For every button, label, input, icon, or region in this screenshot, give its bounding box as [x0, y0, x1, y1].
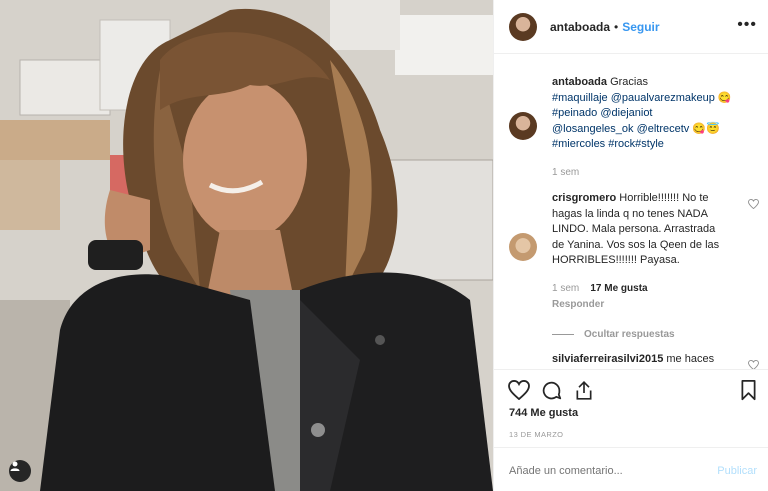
post-header: antaboada • Seguir •••	[494, 0, 768, 54]
divider	[552, 333, 574, 335]
comment-text: Horrible!!!!!!! No te	[619, 192, 709, 204]
hashtag[interactable]: #style	[635, 138, 664, 150]
comment-text: LINDO. Mala persona. Arrastrada	[552, 223, 716, 235]
mention[interactable]: @paualvarezmakeup	[611, 92, 715, 104]
mention[interactable]: @eltrecetv	[637, 123, 690, 135]
comment-text: HORRIBLES!!!!!!! Payasa.	[552, 254, 680, 266]
bookmark-icon[interactable]	[740, 380, 757, 401]
mention[interactable]: @losangeles_ok	[552, 123, 634, 135]
hide-replies-button[interactable]: Ocultar respuestas	[552, 327, 742, 343]
caption-avatar[interactable]	[509, 112, 537, 140]
hashtag[interactable]: #rock	[608, 138, 635, 150]
add-comment-bar: Publicar	[494, 447, 768, 491]
hashtag[interactable]: #miercoles	[552, 138, 605, 150]
hide-replies-label: Ocultar respuestas	[584, 328, 675, 340]
author-avatar[interactable]	[509, 12, 537, 41]
caption-body: antaboada Gracias #maquillaje @paualvare…	[552, 75, 742, 180]
caption-username[interactable]: antaboada	[552, 76, 607, 88]
photo-illustration	[0, 0, 493, 491]
user-icon	[10, 461, 20, 471]
mention[interactable]: @diejaniot	[600, 107, 652, 119]
comment-username[interactable]: silviaferreirasilvi2015	[552, 353, 663, 365]
comment-like-icon[interactable]	[748, 360, 759, 369]
comments-list[interactable]: antaboada Gracias #maquillaje @paualvare…	[494, 55, 768, 369]
comment-like-icon[interactable]	[748, 199, 759, 209]
share-icon[interactable]	[574, 380, 594, 401]
comment-icon[interactable]	[541, 380, 562, 401]
more-options-icon[interactable]: •••	[737, 17, 757, 33]
post-sidebar: antaboada • Seguir ••• antaboada Gracias…	[493, 0, 768, 491]
likes-count[interactable]: 744 Me gusta	[509, 407, 578, 419]
comment-text: hagas la linda q no tenes NADA	[552, 207, 708, 220]
follow-button[interactable]: Seguir	[622, 20, 659, 34]
caption-time[interactable]: 1 sem	[552, 165, 742, 181]
header-separator: •	[614, 19, 619, 34]
user-tag-icon[interactable]	[9, 460, 31, 482]
commenter-avatar[interactable]	[509, 233, 537, 261]
publish-button[interactable]: Publicar	[717, 465, 757, 477]
heart-icon[interactable]	[508, 380, 530, 400]
post-actions: 744 Me gusta 13 DE MARZO Publicar	[494, 369, 768, 491]
post-photo[interactable]	[0, 0, 493, 491]
comment-text: de Yanina. Vos sos la Qeen de las	[552, 238, 720, 251]
emoji: 😋	[717, 91, 732, 104]
post-date[interactable]: 13 DE MARZO	[509, 430, 563, 439]
hashtag[interactable]: #peinado	[552, 107, 597, 119]
caption-text: Gracias	[610, 76, 648, 88]
comment-input[interactable]	[509, 465, 699, 477]
comment-body: silviaferreirasilvi2015 me haces	[552, 352, 752, 368]
reply-button[interactable]: Responder	[552, 297, 742, 313]
author-username[interactable]: antaboada	[550, 20, 610, 34]
comment-time[interactable]: 1 sem	[552, 283, 579, 294]
hashtag[interactable]: #maquillaje	[552, 92, 608, 104]
comment-text: me haces	[666, 353, 715, 365]
comment-username[interactable]: crisgromero	[552, 192, 616, 204]
emoji: 😋😇	[692, 122, 720, 135]
comment-likes[interactable]: 17 Me gusta	[590, 283, 647, 294]
comment-meta: 1 sem 17 Me gusta	[552, 281, 742, 297]
comment-body: crisgromero Horrible!!!!!!! No te hagas …	[552, 191, 742, 342]
